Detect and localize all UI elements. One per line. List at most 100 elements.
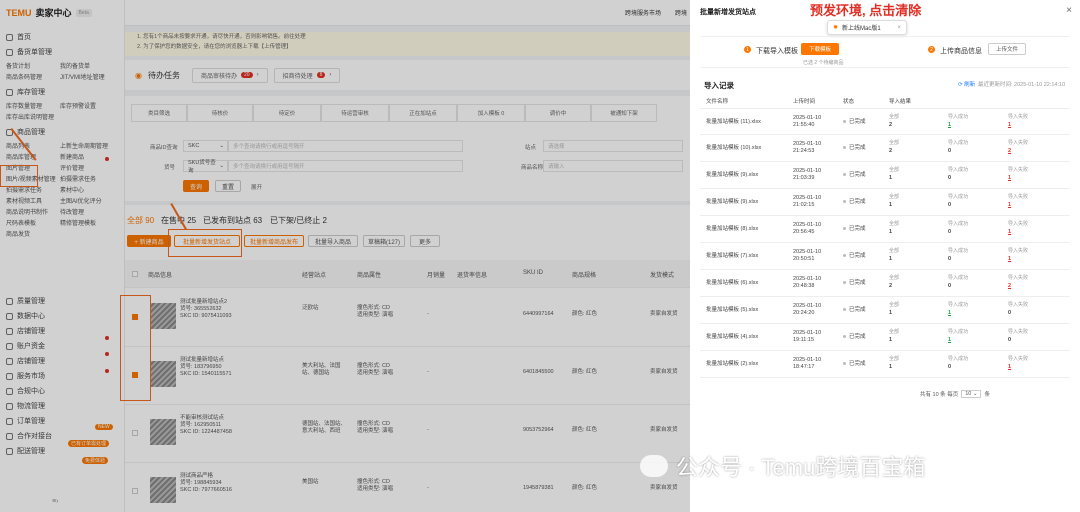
import-file-name[interactable]: 批量加站模板 (9).xlsx — [706, 199, 758, 206]
status-dot — [843, 120, 846, 124]
env-tooltip[interactable]: ✹ 新上线Mac版1 × — [827, 20, 907, 35]
import-time: 20:50:51 — [793, 256, 815, 262]
status-dot — [843, 227, 846, 231]
import-row: 批量加站模板 (8).xlsx 2025-01-10 20:56:45 已完成 全部 1 导… — [700, 216, 1070, 243]
result-fail-value[interactable]: 0 — [1008, 310, 1011, 317]
result-fail-value[interactable]: 1 — [1008, 202, 1011, 209]
result-fail-value[interactable]: 1 — [1008, 122, 1011, 129]
import-status-text: 已完成 — [849, 280, 866, 286]
import-row: 批量加站模板 (10).xlsx 2025-01-10 21:24:53 已完成 全部 2… — [700, 135, 1070, 162]
result-all-value: 1 — [889, 175, 893, 181]
status-dot — [843, 146, 846, 150]
result-all-value: 2 — [889, 283, 893, 289]
result-ok-value[interactable]: 0 — [948, 202, 951, 209]
result-ok-value[interactable]: 0 — [948, 364, 951, 371]
import-time: 19:11:15 — [793, 337, 815, 343]
result-all-value: 1 — [889, 202, 893, 208]
import-status: 已完成 — [843, 280, 866, 287]
import-file-name[interactable]: 批量加站模板 (6).xlsx — [706, 280, 758, 287]
import-date: 2025-01-10 — [793, 330, 822, 336]
download-template-button[interactable]: 下载模板 — [801, 43, 839, 55]
import-status: 已完成 — [843, 172, 866, 179]
status-dot — [843, 362, 846, 366]
import-date: 2025-01-10 — [793, 195, 822, 201]
pagination: 共有 10 条 每页 10 ⌄ 条 — [920, 390, 990, 398]
import-status-text: 已完成 — [849, 334, 866, 340]
import-file-name[interactable]: 批量加站模板 (7).xlsx — [706, 253, 758, 260]
import-date: 2025-01-10 — [793, 222, 822, 228]
import-date: 2025-01-10 — [793, 141, 822, 147]
import-time: 21:55:40 — [793, 122, 815, 128]
result-all-value: 2 — [889, 122, 893, 128]
result-fail-value[interactable]: 0 — [1008, 337, 1011, 344]
import-time: 20:48:38 — [793, 283, 815, 289]
result-ok-label: 导入成功 — [948, 114, 969, 120]
close-icon[interactable]: × — [1066, 5, 1072, 16]
import-file-name[interactable]: 批量加站模板 (4).xlsx — [706, 334, 758, 341]
import-date: 2025-01-10 — [793, 276, 822, 282]
result-ok-value[interactable]: 1 — [948, 337, 951, 344]
result-fail-value[interactable]: 1 — [1008, 256, 1011, 263]
result-ok-label: 导入成功 — [948, 140, 969, 146]
result-ok-value[interactable]: 0 — [948, 283, 951, 290]
upload-file-button[interactable]: 上传文件 — [988, 43, 1026, 55]
import-time: 21:03:39 — [793, 175, 815, 181]
result-all-label: 全部 — [889, 248, 900, 254]
result-fail-value[interactable]: 1 — [1008, 175, 1011, 182]
import-time: 21:24:53 — [793, 148, 815, 154]
last-updated: 最近更新时间: 2025-01-10 22:14:10 — [978, 82, 1066, 88]
status-dot — [843, 200, 846, 204]
import-file-name[interactable]: 批量加站模板 (2).xlsx — [706, 361, 758, 368]
result-ok-value[interactable]: 0 — [948, 256, 951, 263]
import-row: 批量加站模板 (7).xlsx 2025-01-10 20:50:51 已完成 全部 1 导… — [700, 243, 1070, 270]
status-dot — [843, 254, 846, 258]
import-file-name[interactable]: 批量加站模板 (11).xlsx — [706, 119, 761, 126]
result-all-value: 1 — [889, 229, 893, 235]
env-tooltip-text: 新上线Mac版1 — [842, 26, 881, 32]
result-ok-value[interactable]: 1 — [948, 310, 951, 317]
page-size-value: 10 — [965, 391, 972, 397]
import-records-title: 导入记录 — [704, 81, 734, 90]
modal-overlay[interactable] — [0, 0, 690, 512]
tooltip-close-icon[interactable]: × — [897, 25, 901, 31]
result-ok-value[interactable]: 0 — [948, 229, 951, 236]
import-status-text: 已完成 — [849, 119, 866, 125]
import-row: 批量加站模板 (11).xlsx 2025-01-10 21:55:40 已完成 全部 2… — [700, 108, 1070, 135]
result-ok-label: 导入成功 — [948, 194, 969, 200]
import-status: 已完成 — [843, 361, 866, 368]
result-ok-value[interactable]: 0 — [948, 175, 951, 182]
result-ok-label: 导入成功 — [948, 167, 969, 173]
result-all-value: 1 — [889, 310, 893, 316]
result-fail-value[interactable]: 1 — [1008, 229, 1011, 236]
result-fail-value[interactable]: 2 — [1008, 148, 1011, 155]
sun-icon: ✹ — [833, 25, 839, 31]
result-all-value: 2 — [889, 148, 893, 154]
result-fail-label: 导入失败 — [1008, 194, 1029, 200]
result-ok-value[interactable]: 1 — [948, 122, 951, 129]
result-fail-label: 导入失败 — [1008, 248, 1029, 254]
import-status-text: 已完成 — [849, 253, 866, 259]
result-ok-value[interactable]: 0 — [948, 148, 951, 155]
import-status: 已完成 — [843, 226, 866, 233]
page-size-select[interactable]: 10 ⌄ — [961, 390, 982, 398]
import-column-3: 导入结果 — [889, 99, 912, 105]
result-all-label: 全部 — [889, 140, 900, 146]
result-ok-label: 导入成功 — [948, 302, 969, 308]
result-all-label: 全部 — [889, 302, 900, 308]
result-fail-value[interactable]: 1 — [1008, 364, 1011, 371]
refresh-button[interactable]: ⟳ 刷新 — [958, 80, 975, 88]
import-file-name[interactable]: 批量加站模板 (10).xlsx — [706, 145, 761, 152]
import-status-text: 已完成 — [849, 145, 866, 151]
result-fail-label: 导入失败 — [1008, 221, 1029, 227]
import-file-name[interactable]: 批量加站模板 (5).xlsx — [706, 307, 758, 314]
import-column-0: 文件名称 — [706, 99, 729, 105]
result-fail-label: 导入失败 — [1008, 275, 1029, 281]
import-time: 18:47:17 — [793, 364, 815, 370]
import-file-name[interactable]: 批量加站模板 (9).xlsx — [706, 172, 758, 179]
import-date: 2025-01-10 — [793, 357, 822, 363]
import-file-name[interactable]: 批量加站模板 (8).xlsx — [706, 226, 758, 233]
selected-note: 已选 2 个待编商品 — [803, 60, 844, 66]
result-fail-value[interactable]: 2 — [1008, 283, 1011, 290]
result-all-label: 全部 — [889, 329, 900, 335]
import-row: 批量加站模板 (9).xlsx 2025-01-10 21:03:39 已完成 全部 1 导… — [700, 162, 1070, 189]
